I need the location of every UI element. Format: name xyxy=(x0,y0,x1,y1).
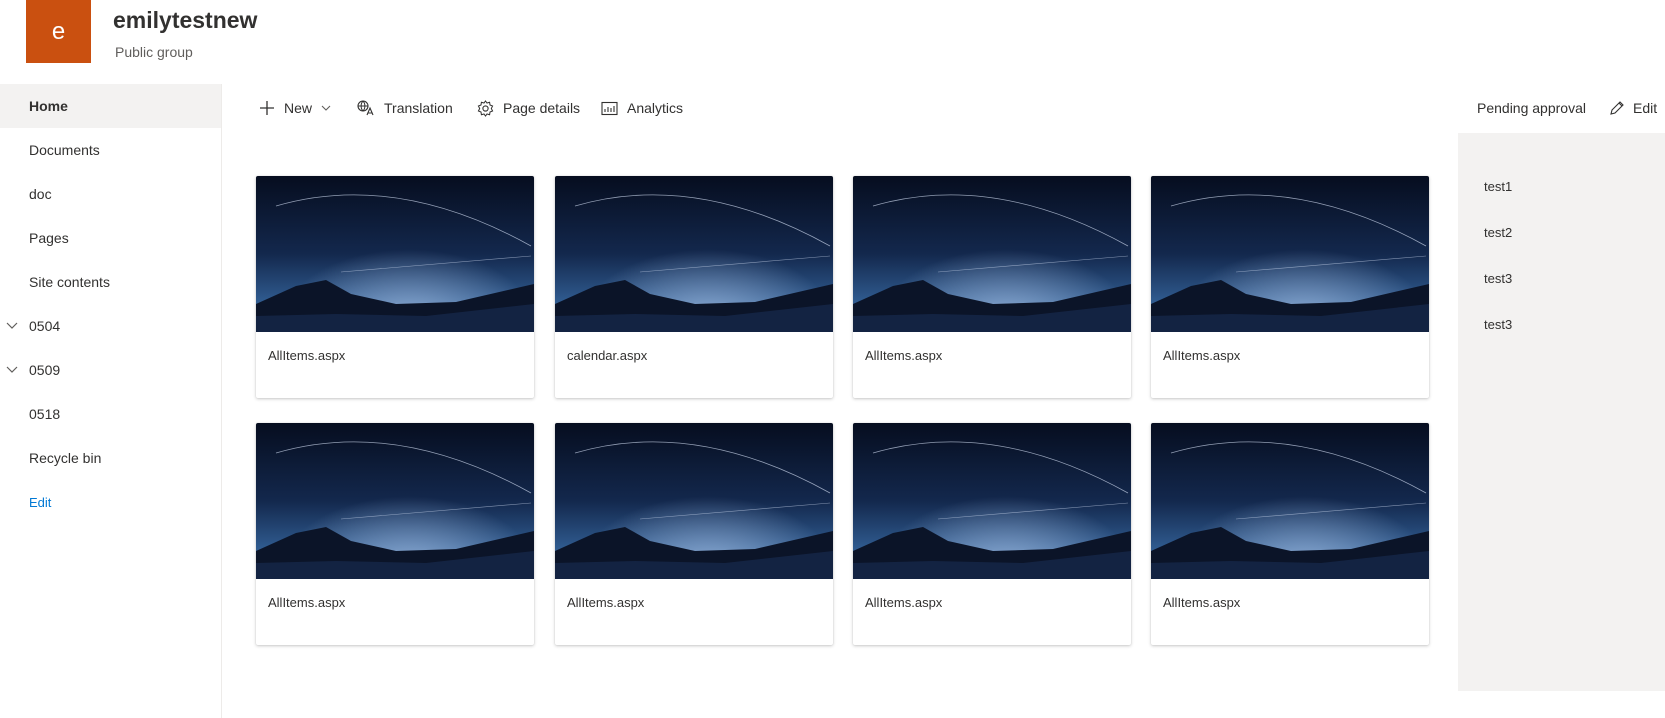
plus-icon xyxy=(260,101,274,115)
card-thumbnail-image xyxy=(555,176,833,332)
analytics-icon xyxy=(601,101,618,115)
card-title: AllItems.aspx xyxy=(567,595,645,610)
panel-link[interactable]: test3 xyxy=(1484,317,1512,332)
pending-approval-label: Pending approval xyxy=(1477,100,1586,116)
site-subtitle: Public group xyxy=(115,44,193,60)
card-title: AllItems.aspx xyxy=(865,595,943,610)
site-header: e emilytestnew Public group xyxy=(0,0,1665,84)
nav-item-0504[interactable]: 0504 xyxy=(0,304,221,348)
card-thumbnail-image xyxy=(256,423,534,579)
nav-item-home[interactable]: Home xyxy=(0,84,221,128)
panel-link[interactable]: test3 xyxy=(1484,271,1512,286)
site-title[interactable]: emilytestnew xyxy=(113,7,257,34)
page-details-button-label: Page details xyxy=(503,100,581,116)
page-card[interactable]: AllItems.aspx xyxy=(555,423,833,645)
page-details-button[interactable]: Page details xyxy=(477,91,580,125)
nav-item-0509[interactable]: 0509 xyxy=(0,348,221,392)
card-title: AllItems.aspx xyxy=(865,348,943,363)
chevron-down-icon xyxy=(321,105,331,111)
page-card[interactable]: AllItems.aspx xyxy=(853,176,1131,398)
chevron-down-icon[interactable] xyxy=(6,319,18,331)
side-panel: test1 test2 test3 test3 xyxy=(1458,133,1665,691)
translation-button-label: Translation xyxy=(384,100,453,116)
page-card[interactable]: AllItems.aspx xyxy=(256,423,534,645)
chevron-down-icon[interactable] xyxy=(6,363,18,375)
nav-item-label: Edit xyxy=(29,494,52,510)
site-logo[interactable]: e xyxy=(26,0,91,63)
nav-item-label: doc xyxy=(29,186,52,202)
card-thumbnail-image xyxy=(853,423,1131,579)
left-navigation: Home Documents doc Pages Site contents 0… xyxy=(0,84,222,718)
card-thumbnail-image xyxy=(1151,176,1429,332)
nav-item-label: Recycle bin xyxy=(29,450,102,466)
nav-item-label: 0518 xyxy=(29,406,61,422)
new-button-label: New xyxy=(284,100,313,116)
analytics-button-label: Analytics xyxy=(627,100,684,116)
nav-item-label: Home xyxy=(29,98,68,114)
page-card[interactable]: AllItems.aspx xyxy=(853,423,1131,645)
gear-icon xyxy=(477,99,494,117)
card-thumbnail-image xyxy=(555,423,833,579)
panel-link[interactable]: test1 xyxy=(1484,179,1512,194)
panel-link[interactable]: test2 xyxy=(1484,225,1512,240)
nav-item-documents[interactable]: Documents xyxy=(0,128,221,172)
page-card[interactable]: AllItems.aspx xyxy=(1151,423,1429,645)
nav-item-pages[interactable]: Pages xyxy=(0,216,221,260)
nav-item-doc[interactable]: doc xyxy=(0,172,221,216)
page-card[interactable]: AllItems.aspx xyxy=(1151,176,1429,398)
card-thumbnail-image xyxy=(256,176,534,332)
page-card[interactable]: AllItems.aspx xyxy=(256,176,534,398)
nav-item-label: Documents xyxy=(29,142,100,158)
nav-item-recycle-bin[interactable]: Recycle bin xyxy=(0,436,221,480)
nav-item-label: 0509 xyxy=(29,362,61,378)
nav-item-0518[interactable]: 0518 xyxy=(0,392,221,436)
card-title: calendar.aspx xyxy=(567,348,648,363)
card-title: AllItems.aspx xyxy=(268,595,346,610)
nav-edit-link[interactable]: Edit xyxy=(0,480,221,524)
new-button[interactable]: New xyxy=(259,91,331,125)
translate-icon xyxy=(357,100,374,116)
card-title: AllItems.aspx xyxy=(1163,348,1241,363)
translation-button[interactable]: Translation xyxy=(357,91,453,125)
analytics-button[interactable]: Analytics xyxy=(601,91,683,125)
nav-item-label: 0504 xyxy=(29,318,61,334)
nav-item-label: Site contents xyxy=(29,274,110,290)
card-thumbnail-image xyxy=(1151,423,1429,579)
page-card[interactable]: calendar.aspx xyxy=(555,176,833,398)
nav-item-label: Pages xyxy=(29,230,69,246)
edit-page-label: Edit xyxy=(1633,100,1658,116)
card-thumbnail-image xyxy=(853,176,1131,332)
edit-page-button[interactable]: Edit xyxy=(1609,91,1657,125)
card-title: AllItems.aspx xyxy=(1163,595,1241,610)
card-title: AllItems.aspx xyxy=(268,348,346,363)
pencil-icon xyxy=(1610,101,1624,115)
nav-item-site-contents[interactable]: Site contents xyxy=(0,260,221,304)
pending-approval-button[interactable]: Pending approval xyxy=(1477,91,1586,125)
